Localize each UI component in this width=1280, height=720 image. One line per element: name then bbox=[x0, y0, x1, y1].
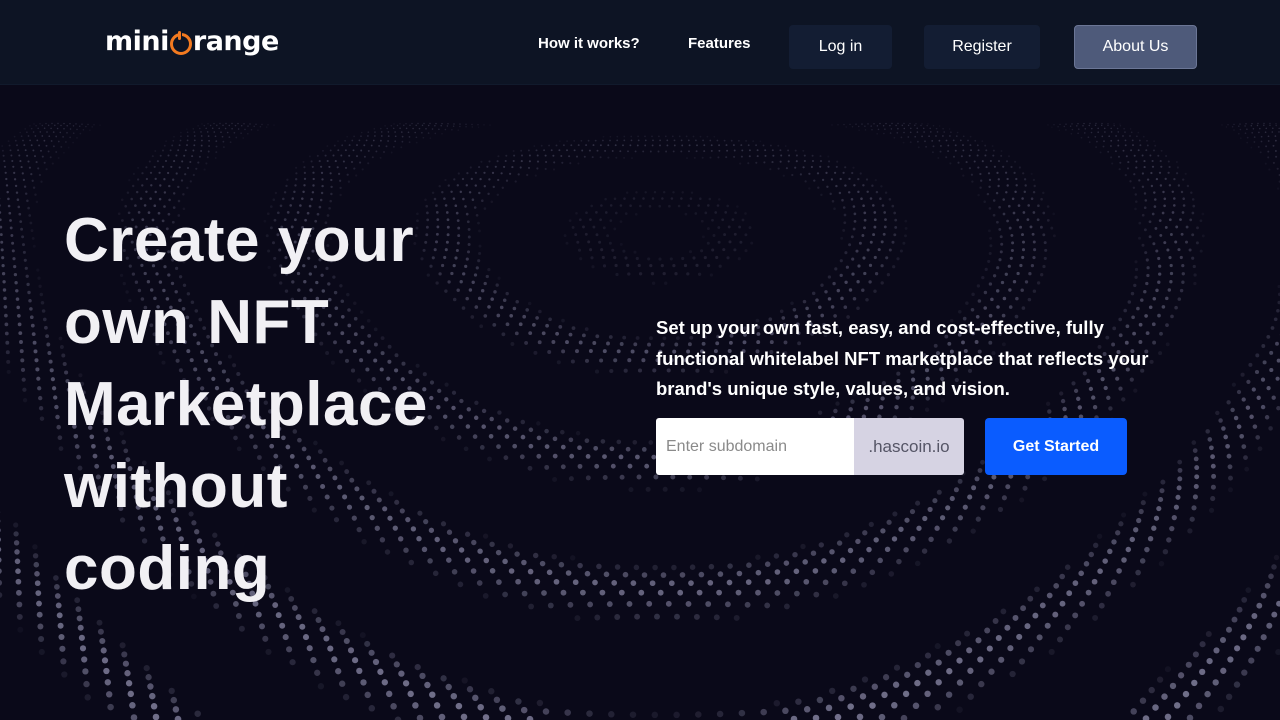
about-us-button[interactable]: About Us bbox=[1074, 25, 1197, 69]
top-navbar: mini range How it works? Features Log in… bbox=[0, 0, 1280, 85]
logo-text-right: range bbox=[192, 25, 279, 57]
nav-link-features[interactable]: Features bbox=[688, 35, 751, 52]
logo-text-left: mini bbox=[105, 25, 169, 57]
domain-suffix: .hascoin.io bbox=[854, 418, 964, 475]
brand-logo[interactable]: mini range bbox=[105, 24, 279, 58]
headline-line: own NFT bbox=[64, 288, 330, 357]
hero-description: Set up your own fast, easy, and cost-eff… bbox=[656, 317, 1149, 399]
headline-line: coding bbox=[64, 534, 271, 603]
headline-line: Marketplace bbox=[64, 370, 428, 439]
page: mini range How it works? Features Log in… bbox=[0, 0, 1280, 720]
subdomain-input[interactable] bbox=[656, 418, 854, 475]
headline-line: Create your bbox=[64, 206, 415, 275]
power-icon bbox=[169, 29, 192, 55]
nav-link-how-it-works[interactable]: How it works? bbox=[538, 35, 640, 52]
headline-line: without bbox=[64, 452, 288, 521]
hero-headline: Create your own NFT Marketplace without … bbox=[64, 200, 524, 610]
login-button[interactable]: Log in bbox=[789, 25, 892, 69]
register-button[interactable]: Register bbox=[924, 25, 1040, 69]
get-started-button[interactable]: Get Started bbox=[985, 418, 1127, 475]
subdomain-form: .hascoin.io bbox=[656, 418, 964, 475]
